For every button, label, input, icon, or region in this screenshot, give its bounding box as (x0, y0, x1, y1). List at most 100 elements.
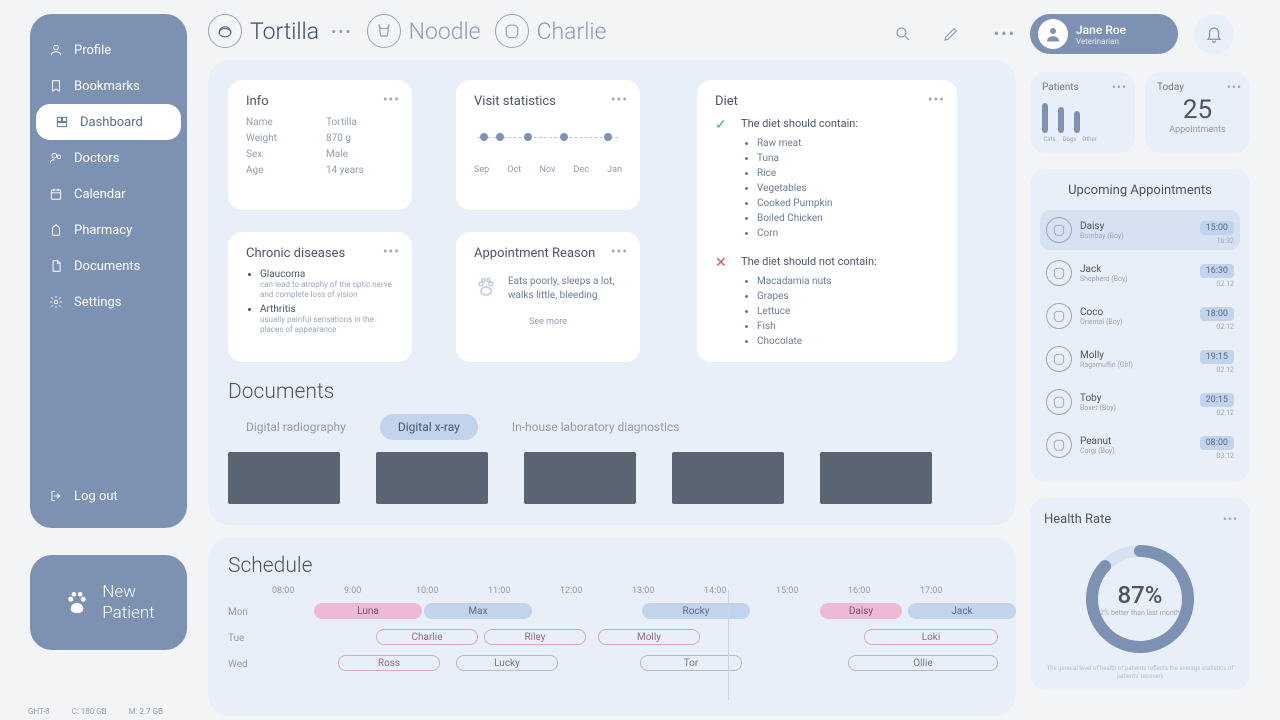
diet-card: Diet ••• ✓ The diet should contain: Raw … (697, 80, 957, 362)
schedule-slot[interactable]: Loki (864, 629, 998, 645)
nav-doctors[interactable]: Doctors (30, 140, 187, 176)
upcoming-title: Upcoming Appointments (1040, 183, 1240, 198)
documents-title: Documents (228, 380, 988, 404)
diet-item: Rice (757, 166, 858, 181)
schedule-slot[interactable]: Lucky (456, 655, 558, 671)
schedule-slot[interactable]: Max (424, 603, 532, 619)
card-menu-icon[interactable]: ••• (383, 244, 400, 260)
schedule-slot[interactable]: Ollie (848, 655, 998, 671)
user-pill[interactable]: Jane RoeVeterinarian (1030, 14, 1178, 54)
schedule-separator (728, 590, 729, 700)
paw-icon (62, 588, 92, 618)
xray-thumbnail[interactable] (820, 452, 932, 504)
xray-thumbnail[interactable] (672, 452, 784, 504)
appointment-item[interactable]: CocoOriental (Boy) 18:0002.12 (1040, 296, 1240, 336)
health-donut: 87% 2% better than last month (1080, 539, 1200, 659)
see-more-link[interactable]: See more (474, 317, 622, 327)
schedule-slot[interactable]: Charlie (376, 629, 478, 645)
hour-label: 16:00 (848, 586, 920, 596)
schedule-slot[interactable]: Luna (314, 603, 422, 619)
card-title: Info (246, 94, 394, 109)
doc-tab-xray[interactable]: Digital x-ray (380, 414, 478, 440)
info-row: SexMale (246, 149, 394, 160)
patients-stat-card: Patients ••• CatsDogsOther (1030, 72, 1135, 153)
today-stat-card: Today ••• 25 Appointments (1145, 72, 1250, 153)
doc-tab-radiography[interactable]: Digital radiography (228, 414, 364, 440)
card-menu-icon[interactable]: ••• (383, 92, 400, 108)
today-count: 25 (1157, 95, 1238, 125)
schedule-row: TueCharlieRileyMollyLoki (228, 628, 996, 648)
card-menu-icon[interactable]: ••• (1227, 80, 1242, 94)
bookmark-icon (48, 78, 64, 94)
cross-icon: ✕ (715, 255, 729, 349)
nav-settings[interactable]: Settings (30, 284, 187, 320)
schedule-slot[interactable]: Riley (484, 629, 586, 645)
xray-thumbnail[interactable] (524, 452, 636, 504)
search-icon[interactable] (894, 25, 912, 43)
notifications-button[interactable] (1194, 14, 1234, 54)
hour-label: 08:00 (272, 586, 344, 596)
hour-label: 9:00 (344, 586, 416, 596)
appointment-item[interactable]: MollyRagamuffin (Girl) 19:1502.12 (1040, 339, 1240, 379)
card-menu-icon[interactable]: ••• (611, 92, 628, 108)
pet-icon (1046, 260, 1072, 286)
dashboard-icon (54, 114, 70, 130)
schedule-slot[interactable]: Molly (598, 629, 700, 645)
pet-tab-tortilla[interactable]: Tortilla ••• (208, 14, 353, 48)
health-footer: The general level of health of patients … (1044, 665, 1236, 681)
card-menu-icon[interactable]: ••• (1112, 80, 1127, 94)
chronic-card: Chronic diseases ••• Glaucomacan lead to… (228, 232, 412, 362)
xray-thumbnail[interactable] (228, 452, 340, 504)
pet-tab-noodle[interactable]: Noodle (367, 14, 481, 48)
xray-thumbnail[interactable] (376, 452, 488, 504)
nav-dashboard[interactable]: Dashboard (36, 104, 181, 140)
documents-section: Documents Digital radiography Digital x-… (228, 380, 988, 504)
documents-icon (48, 258, 64, 274)
sidebar: Profile Bookmarks Dashboard Doctors Cale… (30, 14, 187, 528)
hour-label: 14:00 (704, 586, 776, 596)
pet-tab-menu[interactable]: ••• (331, 22, 353, 41)
info-row: Age14 years (246, 165, 394, 176)
schedule-slot[interactable]: Tor (640, 655, 742, 671)
nav-calendar[interactable]: Calendar (30, 176, 187, 212)
check-icon: ✓ (715, 117, 729, 241)
bar-label: Cats (1042, 136, 1057, 143)
footer-a: GHT-8 (28, 707, 50, 716)
appointment-item[interactable]: TobyBoxer (Boy) 20:1502.12 (1040, 382, 1240, 422)
diet-should-header: The diet should contain: (741, 117, 858, 130)
schedule-slot[interactable]: Jack (908, 603, 1016, 619)
bar-label: Other (1082, 136, 1097, 143)
schedule-slot[interactable]: Rocky (642, 603, 750, 619)
diet-item: Fish (757, 319, 877, 334)
hour-label: 15:00 (776, 586, 848, 596)
hour-label: 11:00 (488, 586, 560, 596)
appointment-item[interactable]: JackShepherd (Boy) 16:3002.12 (1040, 253, 1240, 293)
card-menu-icon[interactable]: ••• (928, 92, 945, 108)
new-patient-button[interactable]: NewPatient (30, 555, 187, 650)
logout-icon (48, 488, 64, 504)
nav-logout[interactable]: Log out (30, 478, 187, 514)
nav-profile[interactable]: Profile (30, 32, 187, 68)
edit-icon[interactable] (942, 25, 960, 43)
card-menu-icon[interactable]: ••• (1223, 512, 1238, 526)
nav-pharmacy[interactable]: Pharmacy (30, 212, 187, 248)
settings-icon (48, 294, 64, 310)
nav-label: Doctors (74, 151, 119, 166)
pet-tab-charlie[interactable]: Charlie (495, 14, 607, 48)
header-menu-icon[interactable]: ••• (994, 24, 1016, 43)
day-label: Mon (228, 607, 272, 618)
nav-documents[interactable]: Documents (30, 248, 187, 284)
card-menu-icon[interactable]: ••• (611, 244, 628, 260)
appointment-item[interactable]: PeanutCorgi (Boy) 08:0003.12 (1040, 425, 1240, 465)
schedule-slot[interactable]: Ross (338, 655, 440, 671)
doc-tab-lab[interactable]: In-house laboratory diagnostics (494, 414, 698, 440)
appointment-item[interactable]: DaisyBombay (Boy) 15:0016:32 (1040, 210, 1240, 250)
nav-label: Profile (74, 43, 111, 58)
diet-item: Macadamia nuts (757, 274, 877, 289)
diet-item: Cooked Pumpkin (757, 196, 858, 211)
nav-label: Log out (74, 489, 118, 504)
info-row: Weight870 g (246, 133, 394, 144)
nav-label: Settings (74, 295, 121, 310)
nav-bookmarks[interactable]: Bookmarks (30, 68, 187, 104)
schedule-slot[interactable]: Daisy (820, 603, 902, 619)
